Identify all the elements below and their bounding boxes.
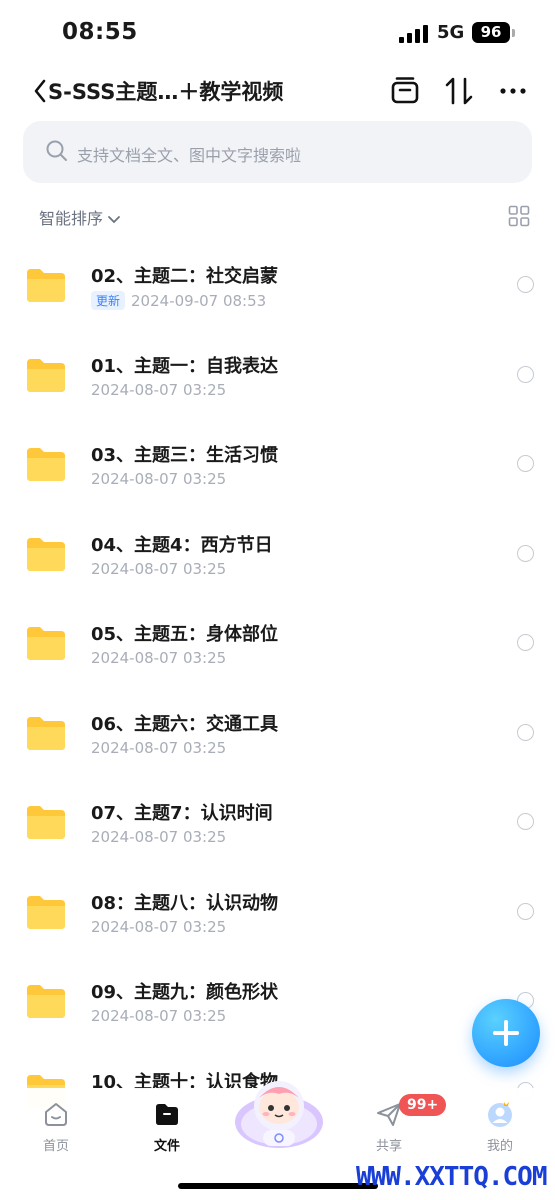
list-item[interactable]: 08：主题八：认识动物 2024-08-07 03:25	[0, 865, 555, 955]
share-count-badge: 99+	[399, 1094, 447, 1116]
folder-name: 09、主题九：颜色形状	[91, 982, 279, 1003]
folder-date: 2024-08-07 03:25	[91, 559, 227, 578]
plus-icon-v	[504, 1020, 508, 1046]
select-radio[interactable]	[517, 365, 534, 383]
folder-name: 03、主题三：生活习惯	[91, 445, 279, 466]
folder-icon	[27, 448, 65, 481]
sort-arrows-icon[interactable]	[442, 74, 476, 108]
search-input[interactable]: 支持文档全文、图中文字搜索啦	[23, 121, 532, 183]
mascot-assistant-icon[interactable]	[233, 1074, 325, 1150]
battery-tip	[512, 29, 515, 37]
select-radio[interactable]	[517, 813, 534, 830]
folder-icon	[27, 537, 65, 571]
list-item[interactable]: 06、主题六：交通工具 2024-08-07 03:25	[0, 686, 555, 776]
stack-icon[interactable]	[388, 74, 422, 108]
select-radio[interactable]	[517, 723, 534, 741]
search-placeholder: 支持文档全文、图中文字搜索啦	[77, 146, 302, 165]
select-radio[interactable]	[517, 276, 534, 293]
folder-icon	[27, 269, 65, 302]
folder-icon	[27, 806, 65, 839]
select-radio[interactable]	[517, 634, 534, 651]
back-chevron-icon[interactable]	[30, 76, 50, 106]
list-item[interactable]: 04、主题4：西方节日 2024-08-07 03:25	[0, 507, 555, 597]
files-icon	[156, 1104, 178, 1125]
page-title: S-SSS主题…＋教学视频	[48, 80, 284, 104]
list-item[interactable]: 07、主题7：认识时间 2024-08-07 03:25	[0, 775, 555, 865]
select-radio[interactable]	[517, 544, 534, 562]
list-item[interactable]: 02、主题二：社交启蒙 更新 2024-09-07 08:53	[0, 238, 555, 328]
folder-icon	[27, 358, 65, 392]
folder-meta: 更新 2024-09-07 08:53	[91, 291, 266, 310]
status-bar: 08:55 5G 96	[0, 0, 555, 66]
more-icon[interactable]	[497, 74, 531, 108]
battery-icon: 96	[472, 22, 510, 43]
folder-name: 04、主题4：西方节日	[91, 534, 273, 556]
list-item[interactable]: 03、主题三：生活习惯 2024-08-07 03:25	[0, 417, 555, 507]
folder-name: 02、主题二：社交启蒙	[91, 266, 279, 287]
folder-date: 2024-08-07 03:25	[91, 649, 227, 667]
select-radio[interactable]	[517, 902, 534, 920]
home-icon	[45, 1103, 67, 1126]
watermark: WWW.XXTTQ.COM	[356, 1162, 547, 1192]
sort-label: 智能排序	[39, 209, 104, 228]
folder-date: 2024-08-07 03:25	[91, 380, 227, 399]
folder-date: 2024-08-07 03:25	[91, 828, 227, 846]
status-time: 08:55	[62, 19, 138, 45]
folder-name: 08：主题八：认识动物	[91, 892, 279, 914]
signal-icon	[399, 25, 429, 43]
tab-share-label: 共享	[375, 1139, 402, 1154]
folder-name: 06、主题六：交通工具	[91, 713, 279, 735]
home-indicator	[178, 1183, 378, 1189]
folder-icon	[27, 895, 65, 929]
folder-date: 2024-08-07 03:25	[91, 917, 227, 936]
list-item[interactable]: 01、主题一：自我表达 2024-08-07 03:25	[0, 328, 555, 418]
network-label: 5G	[437, 22, 465, 43]
nav-bar: S-SSS主题…＋教学视频	[0, 66, 555, 116]
update-badge: 更新	[91, 291, 126, 310]
select-radio[interactable]	[517, 455, 534, 472]
folder-icon	[27, 985, 65, 1018]
folder-name: 05、主题五：身体部位	[91, 624, 279, 645]
folder-icon	[27, 627, 65, 660]
folder-name: 07、主题7：认识时间	[91, 803, 273, 824]
chevron-down-icon	[108, 215, 120, 223]
tab-home-label: 首页	[42, 1139, 69, 1154]
tab-files-label: 文件	[153, 1139, 180, 1154]
folder-name: 01、主题一：自我表达	[91, 355, 279, 377]
add-button[interactable]	[472, 999, 540, 1067]
avatar-icon	[488, 1102, 512, 1127]
folder-date: 2024-08-07 03:25	[91, 738, 227, 757]
folder-date: 2024-08-07 03:25	[91, 1007, 227, 1025]
sort-dropdown[interactable]: 智能排序	[39, 205, 121, 229]
list-item[interactable]: 05、主题五：身体部位 2024-08-07 03:25	[0, 596, 555, 686]
folder-icon	[27, 716, 65, 750]
folder-date: 2024-08-07 03:25	[91, 470, 227, 488]
folder-list: 02、主题二：社交启蒙 更新 2024-09-07 08:53 01、主题一：自我…	[0, 238, 555, 1133]
folder-date: 2024-09-07 08:53	[131, 292, 267, 310]
tab-mine-label: 我的	[486, 1139, 513, 1154]
grid-view-icon[interactable]	[508, 205, 530, 227]
sort-bar: 智能排序	[0, 200, 555, 232]
search-icon	[46, 140, 67, 161]
